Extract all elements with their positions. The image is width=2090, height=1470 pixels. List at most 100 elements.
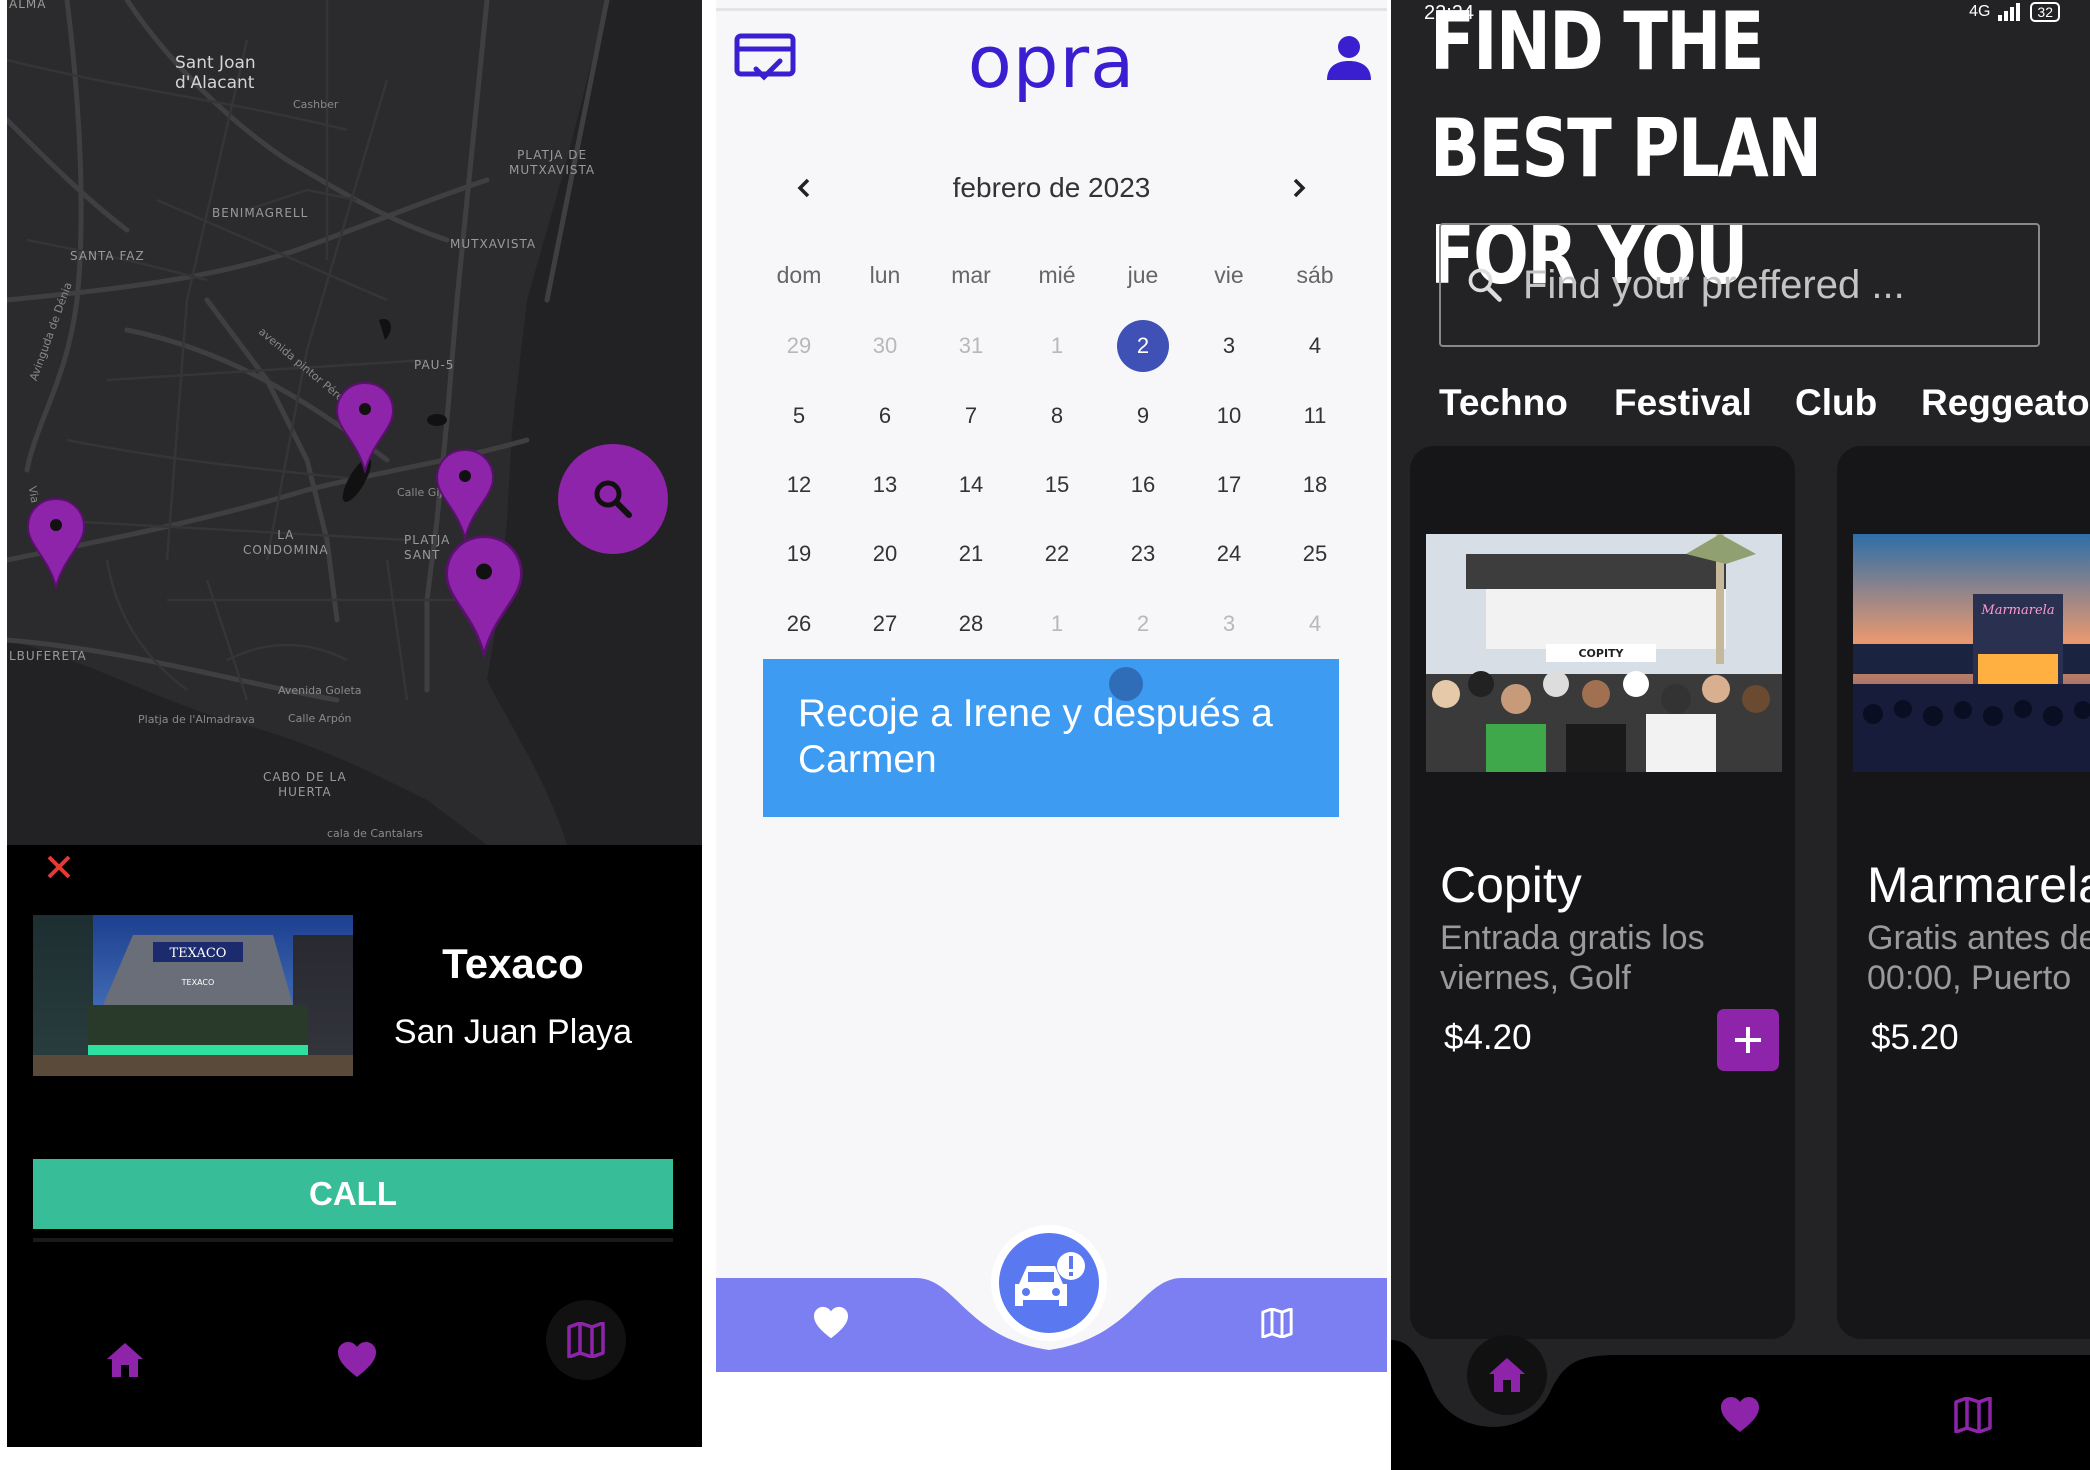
calendar-day[interactable]: 24 [1186,528,1272,580]
weekday-label: sáb [1296,262,1334,288]
map-label: Cashber [293,98,339,111]
event-photo: Marmarela [1853,534,2090,772]
bottom-nav [1391,1335,2090,1470]
calendar-day-number: 24 [1216,541,1242,566]
map-label: Avenida Goleta [278,684,362,697]
next-month-button[interactable] [1279,168,1319,208]
signal-icon [1998,3,2021,21]
calendar-day-number: 4 [1308,611,1322,636]
location-pin-icon[interactable] [26,497,86,589]
calendar-day[interactable]: 6 [842,390,928,442]
calendar-day-number: 3 [1222,611,1236,636]
event-photo: COPITY [1426,534,1782,772]
calendar-day[interactable]: 20 [842,528,928,580]
home-icon[interactable] [100,1335,150,1385]
calendar-day[interactable]: 3 [1186,320,1272,372]
call-button[interactable]: CALL [33,1159,673,1229]
events-screen: 22:24 4G 32 FIND THE BEST PLAN FOR YOU F… [1391,0,2090,1470]
calendar-day[interactable]: 19 [756,528,842,580]
calendar-day[interactable]: 29 [756,320,842,372]
favorites-icon[interactable] [1714,1390,1766,1440]
calendar-day[interactable]: 4 [1272,320,1358,372]
calendar-day[interactable]: 27 [842,598,928,650]
event-card[interactable]: Recoje a Irene y después a Carmen [763,659,1339,817]
calendar-day[interactable]: 1 [1014,598,1100,650]
calendar-day[interactable]: 9 [1100,390,1186,442]
calendar-day-number: 20 [872,541,898,566]
calendar-day[interactable]: 2 [1100,598,1186,650]
map-icon[interactable] [1948,1390,1998,1440]
battery-icon: 32 [2030,2,2060,22]
category-tab-festival[interactable]: Festival [1614,382,1752,424]
close-icon[interactable] [41,849,77,885]
favorites-icon[interactable] [331,1335,383,1385]
calendar-day[interactable]: 15 [1014,459,1100,511]
calendar-day-number: 21 [958,541,984,566]
touch-indicator [1109,667,1143,701]
category-tab-reggeaton[interactable]: Reggeaton [1921,382,2090,424]
calendar-day[interactable]: 1 [1014,320,1100,372]
location-pin-icon[interactable] [444,533,524,658]
location-pin-icon[interactable] [335,381,395,473]
event-card[interactable]: COPITY Copity Entrada gratis los viernes… [1410,446,1795,1339]
map-label: Calle Arpón [288,712,352,725]
calendar-day[interactable]: 17 [1186,459,1272,511]
calendar-day[interactable]: 11 [1272,390,1358,442]
calendar-day-selected[interactable]: 2 [1100,320,1186,372]
event-title: Copity [1440,857,1582,913]
map-icon[interactable] [1252,1298,1302,1348]
calendar-day[interactable]: 21 [928,528,1014,580]
calendar-day[interactable]: 12 [756,459,842,511]
calendar-day[interactable]: 3 [1186,598,1272,650]
calendar-day[interactable]: 14 [928,459,1014,511]
calendar-day-number: 11 [1303,403,1327,428]
calendar-day-number: 16 [1130,472,1156,497]
calendar-day[interactable]: 5 [756,390,842,442]
calendar-day[interactable]: 10 [1186,390,1272,442]
map-view[interactable]: ALMA Sant Joan d'Alacant Cashber PLATJA … [7,0,702,845]
calendar-day-number: 2 [1117,320,1169,372]
calendar-day[interactable]: 8 [1014,390,1100,442]
calendar-day[interactable]: 16 [1100,459,1186,511]
category-tab-club[interactable]: Club [1795,382,1877,424]
calendar-day[interactable]: 7 [928,390,1014,442]
calendar-day-number: 13 [872,472,898,497]
user-icon[interactable] [1324,32,1374,82]
map-search-button[interactable] [558,444,668,554]
place-name: Texaco [442,940,584,987]
event-card[interactable]: Marmarela Marmarela Gratis antes de 00:0… [1837,446,2090,1339]
add-button[interactable] [1717,1009,1779,1071]
map-label: PLATJA DE MUTXAVISTA [509,148,596,177]
calendar-day[interactable]: 18 [1272,459,1358,511]
network-label: 4G [1969,3,1991,20]
calendar-day[interactable]: 13 [842,459,928,511]
search-input[interactable]: Find your preffered ... [1439,223,2040,347]
map-tab-button[interactable] [546,1300,626,1380]
status-icons: 4G 32 [1969,2,2060,22]
calendar-day[interactable]: 25 [1272,528,1358,580]
calendar-day-number: 27 [872,611,898,636]
location-pin-icon[interactable] [435,448,495,540]
calendar-day[interactable]: 4 [1272,598,1358,650]
calendar-day[interactable]: 23 [1100,528,1186,580]
home-tab-button[interactable] [1467,1335,1547,1415]
calendar-day-number: 30 [872,333,898,358]
calendar-day[interactable]: 28 [928,598,1014,650]
event-price: $5.20 [1871,1018,1959,1057]
weekday-label: mié [1038,262,1076,288]
favorites-icon[interactable] [806,1298,856,1348]
calendar-day[interactable]: 30 [842,320,928,372]
map-label: SANTA FAZ [70,249,145,263]
calendar-day[interactable]: 22 [1014,528,1100,580]
app-logo: opra [967,20,1136,104]
calendar-day[interactable]: 26 [756,598,842,650]
calendar-day-number: 10 [1216,403,1242,428]
calendar-day-number: 28 [958,611,984,636]
map-label: cala de Cantalars [327,827,423,840]
calendar-day-number: 23 [1130,541,1156,566]
category-tab-techno[interactable]: Techno [1439,382,1568,424]
event-photo-sign: Marmarela [1980,603,2054,618]
place-subtitle: San Juan Playa [393,1013,633,1051]
car-alert-button[interactable] [991,1225,1107,1341]
calendar-day[interactable]: 31 [928,320,1014,372]
